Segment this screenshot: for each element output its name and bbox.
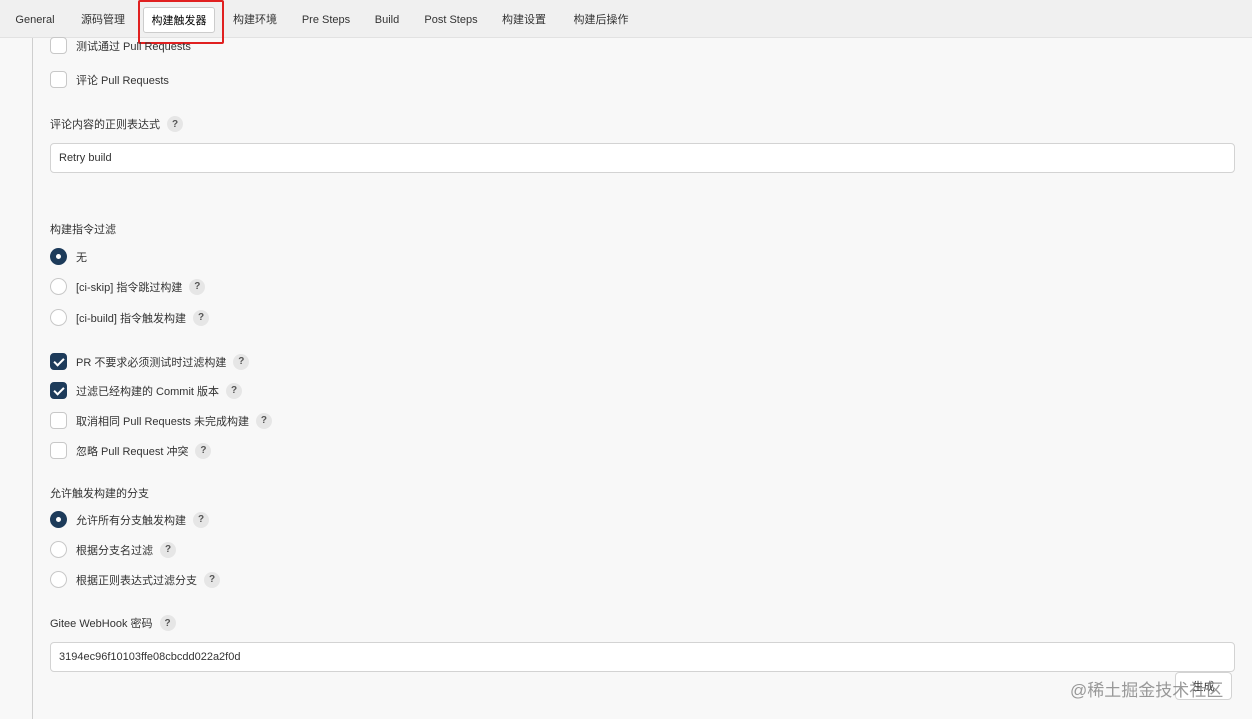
- checkbox-ignore-pr-conflict[interactable]: [50, 442, 67, 459]
- option-label: 无: [76, 251, 87, 264]
- tab-build-triggers[interactable]: 构建触发器: [143, 7, 215, 33]
- section-label-text: Gitee WebHook 密码: [50, 618, 153, 630]
- radio-option-none[interactable]: 无: [50, 248, 87, 265]
- tab-build[interactable]: Build: [368, 7, 406, 33]
- checkbox-cancel-same-pr[interactable]: [50, 412, 67, 429]
- radio-option-ci-skip[interactable]: [ci-skip] 指令跳过构建 ?: [50, 278, 206, 295]
- webhook-password-label: Gitee WebHook 密码 ?: [50, 615, 176, 631]
- help-icon[interactable]: ?: [167, 116, 183, 132]
- help-icon[interactable]: ?: [193, 511, 209, 528]
- option-label: PR 不要求必须测试时过滤构建: [76, 356, 227, 369]
- option-comment-pr[interactable]: 评论 Pull Requests: [50, 71, 169, 88]
- option-label: [ci-build] 指令触发构建: [76, 312, 187, 325]
- tab-post-build-actions[interactable]: 构建后操作: [566, 7, 636, 33]
- radio-option-branch-name[interactable]: 根据分支名过滤 ?: [50, 541, 176, 558]
- option-label: 根据分支名过滤: [76, 544, 153, 557]
- checkbox-pr-not-require-test[interactable]: [50, 353, 67, 370]
- help-icon[interactable]: ?: [193, 309, 210, 326]
- option-label: 允许所有分支触发构建: [76, 514, 186, 527]
- option-cancel-same-pr[interactable]: 取消相同 Pull Requests 未完成构建 ?: [50, 412, 272, 429]
- option-label: 测试通过 Pull Requests: [76, 40, 191, 53]
- checkbox-test-passed-pr[interactable]: [50, 37, 67, 54]
- option-label: 取消相同 Pull Requests 未完成构建: [76, 415, 249, 428]
- option-label: 根据正则表达式过滤分支: [76, 574, 197, 587]
- generate-button[interactable]: 生成: [1175, 672, 1232, 700]
- option-label: 评论 Pull Requests: [76, 74, 169, 87]
- build-command-filter-label: 构建指令过滤: [50, 221, 116, 237]
- radio-branch-regex[interactable]: [50, 571, 67, 588]
- tab-post-steps[interactable]: Post Steps: [418, 7, 484, 33]
- radio-all-branches[interactable]: [50, 511, 67, 528]
- option-label: [ci-skip] 指令跳过构建: [76, 281, 183, 294]
- tab-build-settings[interactable]: 构建设置: [495, 7, 553, 33]
- tab-build-environment[interactable]: 构建环境: [226, 7, 284, 33]
- help-icon[interactable]: ?: [160, 541, 176, 558]
- checkbox-comment-pr[interactable]: [50, 71, 67, 88]
- tab-pre-steps[interactable]: Pre Steps: [296, 7, 356, 33]
- radio-ci-build[interactable]: [50, 309, 67, 326]
- radio-none[interactable]: [50, 248, 67, 265]
- tab-bar: General 源码管理 构建触发器 构建环境 Pre Steps Build …: [0, 0, 1252, 38]
- radio-option-branch-regex[interactable]: 根据正则表达式过滤分支 ?: [50, 571, 220, 588]
- checkbox-filter-built-commit[interactable]: [50, 382, 67, 399]
- option-label: 过滤已经构建的 Commit 版本: [76, 385, 219, 398]
- help-icon[interactable]: ?: [189, 278, 206, 295]
- branch-filter-label: 允许触发构建的分支: [50, 485, 149, 501]
- section-label-text: 评论内容的正则表达式: [50, 119, 160, 131]
- webhook-password-input[interactable]: [50, 642, 1235, 672]
- radio-branch-name[interactable]: [50, 541, 67, 558]
- tab-source-control[interactable]: 源码管理: [74, 7, 132, 33]
- option-filter-built-commit[interactable]: 过滤已经构建的 Commit 版本 ?: [50, 382, 242, 399]
- tab-general[interactable]: General: [8, 7, 62, 33]
- section-rail: [32, 38, 33, 719]
- help-icon[interactable]: ?: [233, 353, 250, 370]
- radio-option-all-branches[interactable]: 允许所有分支触发构建 ?: [50, 511, 209, 528]
- comment-regex-label: 评论内容的正则表达式 ?: [50, 116, 183, 132]
- help-icon[interactable]: ?: [226, 382, 242, 399]
- help-icon[interactable]: ?: [255, 412, 272, 429]
- option-label: 忽略 Pull Request 冲突: [76, 445, 189, 458]
- comment-regex-input[interactable]: [50, 143, 1235, 173]
- help-icon[interactable]: ?: [195, 442, 212, 459]
- help-icon[interactable]: ?: [204, 571, 220, 588]
- help-icon[interactable]: ?: [159, 615, 176, 631]
- radio-ci-skip[interactable]: [50, 278, 67, 295]
- section-label-text: 构建指令过滤: [50, 224, 116, 236]
- section-label-text: 允许触发构建的分支: [50, 488, 149, 500]
- option-test-passed-pr[interactable]: 测试通过 Pull Requests: [50, 37, 191, 54]
- option-pr-not-require-test[interactable]: PR 不要求必须测试时过滤构建 ?: [50, 353, 250, 370]
- option-ignore-pr-conflict[interactable]: 忽略 Pull Request 冲突 ?: [50, 442, 212, 459]
- radio-option-ci-build[interactable]: [ci-build] 指令触发构建 ?: [50, 309, 210, 326]
